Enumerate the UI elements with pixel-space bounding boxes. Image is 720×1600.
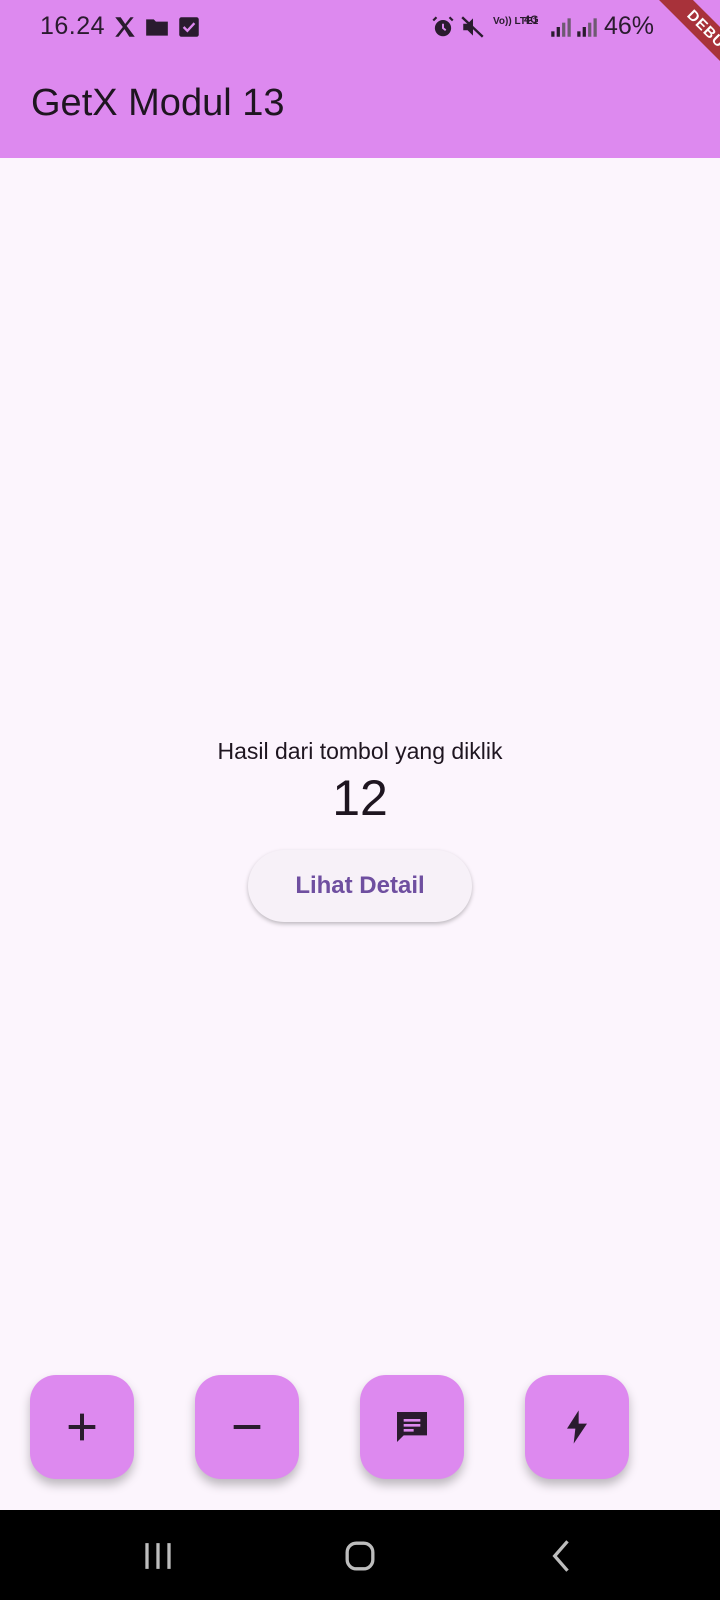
back-icon[interactable]: [540, 1534, 584, 1578]
network-4g-icon: 4G: [524, 14, 539, 26]
home-icon[interactable]: [338, 1534, 382, 1578]
debug-banner: DEBUG: [644, 0, 720, 100]
status-time: 16.24: [40, 12, 106, 40]
folder-icon: [144, 14, 170, 40]
alarm-icon: [430, 14, 456, 40]
message-icon: [392, 1407, 432, 1447]
signal-icon: [574, 14, 600, 40]
message-button[interactable]: [360, 1375, 464, 1479]
result-section: Hasil dari tombol yang diklik 12: [0, 738, 720, 827]
status-bar: 16.24 Vo)) LTE1 4G 46%: [0, 0, 720, 56]
minus-icon: [227, 1407, 267, 1447]
page-title: GetX Modul 13: [31, 82, 285, 124]
decrement-button[interactable]: [195, 1375, 299, 1479]
action-button[interactable]: [525, 1375, 629, 1479]
result-label: Hasil dari tombol yang diklik: [217, 738, 503, 764]
system-nav-bar: [0, 1510, 720, 1600]
plus-icon: [62, 1407, 102, 1447]
bolt-icon: [557, 1407, 597, 1447]
debug-banner-container: DEBUG: [620, 0, 720, 100]
x-logo-icon: [112, 14, 138, 40]
counter-value: 12: [332, 770, 388, 826]
detail-button[interactable]: Lihat Detail: [248, 850, 472, 922]
increment-button[interactable]: [30, 1375, 134, 1479]
recent-apps-icon[interactable]: [136, 1534, 180, 1578]
app-bar: GetX Modul 13: [0, 56, 720, 158]
checkbox-icon: [176, 14, 202, 40]
signal-icon: [548, 14, 574, 40]
mute-icon: [460, 14, 486, 40]
